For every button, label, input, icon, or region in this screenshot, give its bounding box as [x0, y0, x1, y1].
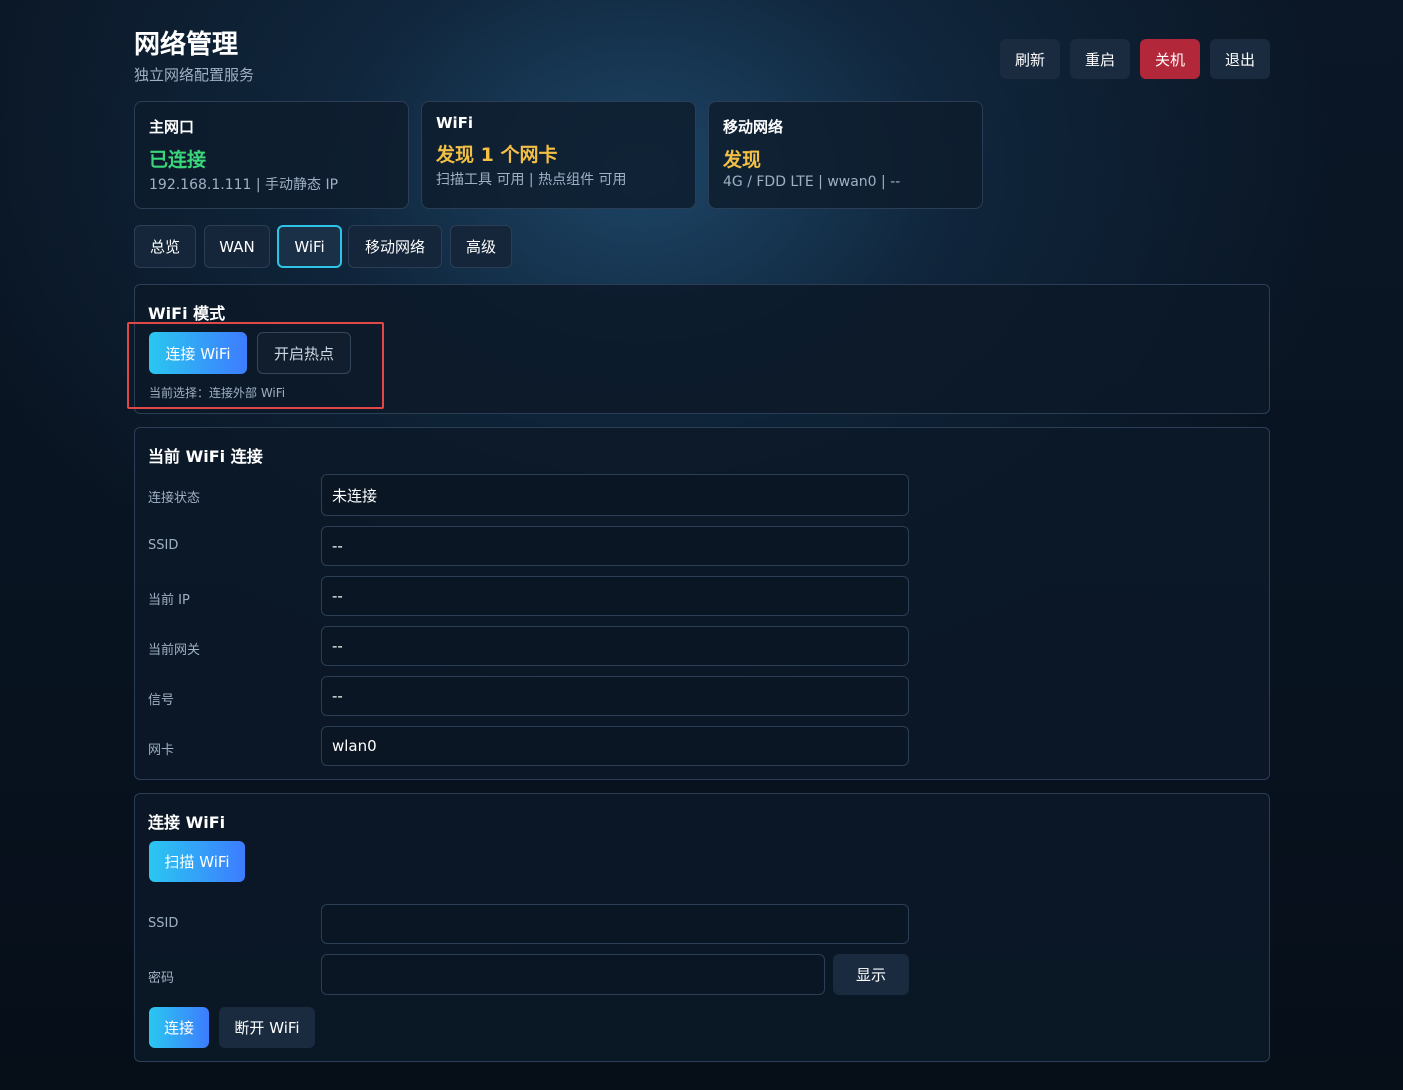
- connect-button[interactable]: 连接: [149, 1007, 209, 1048]
- ssid-input[interactable]: [321, 904, 909, 944]
- tab-overview[interactable]: 总览: [134, 225, 196, 268]
- connect-wifi-mode-button[interactable]: 连接 WiFi: [149, 332, 247, 374]
- hotspot-mode-button[interactable]: 开启热点: [257, 332, 351, 374]
- ssid-input-label: SSID: [148, 916, 179, 931]
- shutdown-button[interactable]: 关机: [1140, 39, 1200, 79]
- signal-field: --: [321, 676, 909, 716]
- field-label-signal: 信号: [148, 693, 175, 708]
- tab-wan[interactable]: WAN: [204, 225, 270, 268]
- page-subtitle: 独立网络配置服务: [134, 66, 255, 84]
- current-ip-field: --: [321, 576, 909, 616]
- current-gateway-field: --: [321, 626, 909, 666]
- connect-wifi-title: 连接 WiFi: [148, 813, 226, 832]
- card-value: 发现: [723, 149, 762, 171]
- field-label-ip: 当前 IP: [148, 593, 190, 608]
- status-card-wifi: WiFi 发现 1 个网卡 扫描工具 可用 | 热点组件 可用: [421, 101, 696, 209]
- card-value: 发现 1 个网卡: [436, 144, 558, 166]
- page-title: 网络管理: [134, 30, 239, 60]
- card-label: WiFi: [436, 114, 474, 132]
- status-card-main-port: 主网口 已连接 192.168.1.111 | 手动静态 IP: [134, 101, 409, 209]
- card-detail: 192.168.1.111 | 手动静态 IP: [149, 177, 339, 193]
- password-input[interactable]: [321, 954, 825, 995]
- scan-wifi-button[interactable]: 扫描 WiFi: [149, 841, 245, 882]
- card-label: 移动网络: [723, 118, 784, 136]
- current-selection-text: 当前选择：连接外部 WiFi: [149, 386, 286, 400]
- field-label-status: 连接状态: [148, 491, 201, 506]
- field-label-adapter: 网卡: [148, 743, 175, 758]
- disconnect-wifi-button[interactable]: 断开 WiFi: [219, 1007, 315, 1048]
- card-label: 主网口: [149, 118, 195, 136]
- show-password-button[interactable]: 显示: [833, 954, 909, 995]
- adapter-field: wlan0: [321, 726, 909, 766]
- card-detail: 4G / FDD LTE | wwan0 | --: [723, 174, 901, 190]
- card-value: 已连接: [149, 149, 207, 171]
- connection-status-field: 未连接: [321, 474, 909, 516]
- tab-wifi[interactable]: WiFi: [277, 225, 342, 268]
- card-detail: 扫描工具 可用 | 热点组件 可用: [436, 172, 627, 188]
- tab-advanced[interactable]: 高级: [450, 225, 512, 268]
- password-input-label: 密码: [148, 971, 175, 986]
- ssid-field: --: [321, 526, 909, 566]
- wifi-mode-title: WiFi 模式: [148, 304, 226, 323]
- logout-button[interactable]: 退出: [1210, 39, 1270, 79]
- current-connection-title: 当前 WiFi 连接: [148, 447, 263, 466]
- status-card-mobile: 移动网络 发现 4G / FDD LTE | wwan0 | --: [708, 101, 983, 209]
- refresh-button[interactable]: 刷新: [1000, 39, 1060, 79]
- reboot-button[interactable]: 重启: [1070, 39, 1130, 79]
- field-label-ssid: SSID: [148, 538, 179, 553]
- field-label-gateway: 当前网关: [148, 643, 201, 658]
- tab-mobile-network[interactable]: 移动网络: [348, 225, 442, 268]
